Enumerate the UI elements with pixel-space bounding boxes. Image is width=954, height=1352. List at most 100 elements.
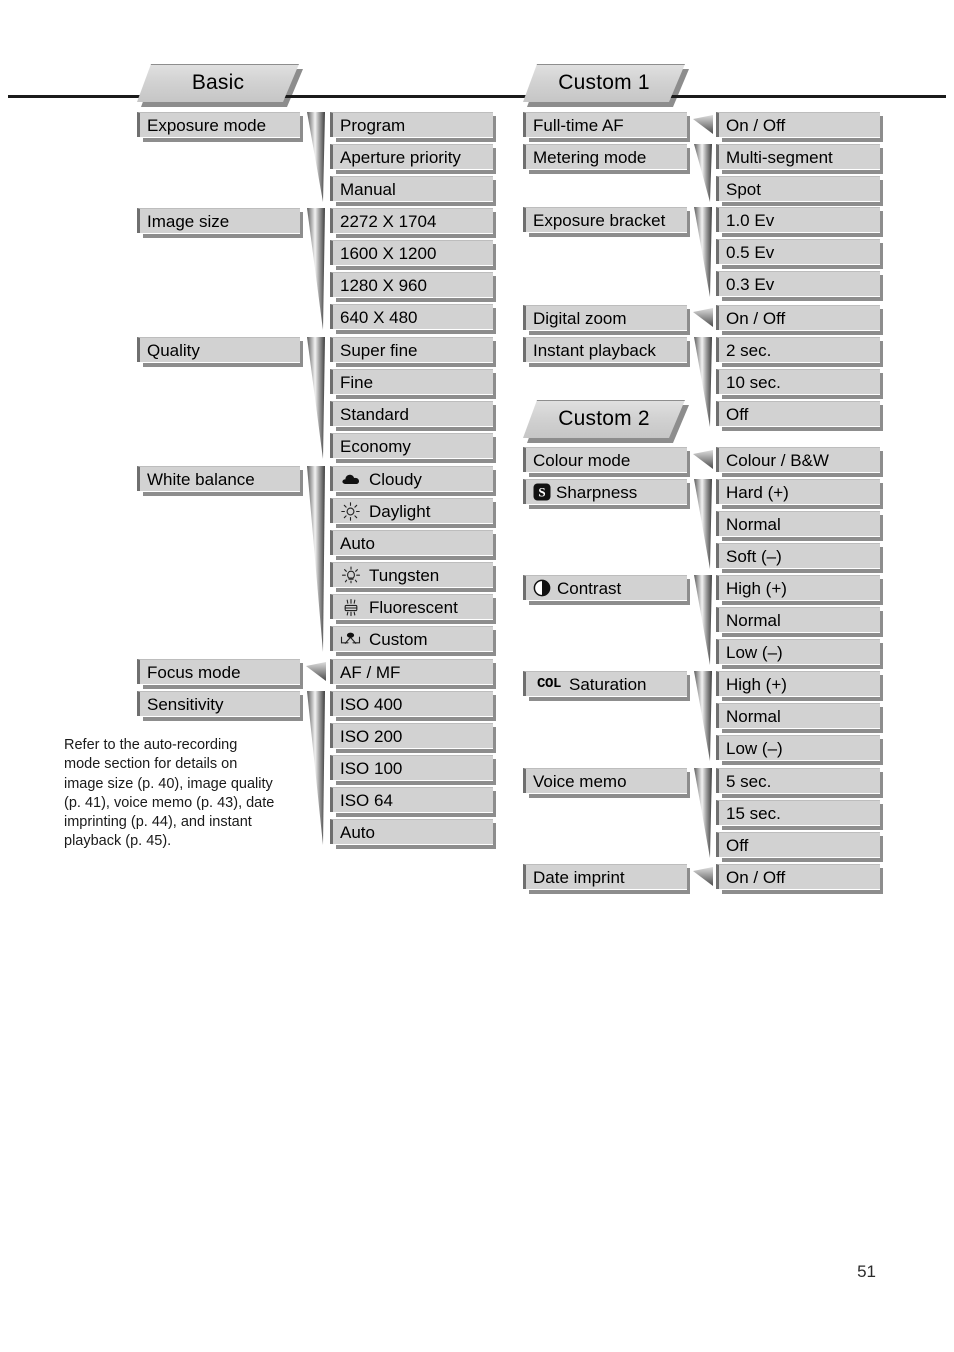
option-iso-400[interactable]: ISO 400 bbox=[330, 691, 496, 721]
box-shadow bbox=[493, 148, 496, 173]
option-full-time-af-onoff[interactable]: On / Off bbox=[716, 112, 883, 142]
box-shadow bbox=[880, 515, 883, 540]
menu-item-saturation[interactable]: COL Saturation bbox=[523, 671, 690, 701]
box-shadow bbox=[493, 116, 496, 141]
option-aperture-priority[interactable]: Aperture priority bbox=[330, 144, 496, 174]
wedge-white-balance bbox=[305, 466, 327, 652]
option-sharpness-hard[interactable]: Hard (+) bbox=[716, 479, 883, 509]
menu-item-date-imprint[interactable]: Date imprint bbox=[523, 864, 690, 894]
box-shadow bbox=[493, 212, 496, 237]
option-10-sec[interactable]: 10 sec. bbox=[716, 369, 883, 399]
wedge-focus-mode bbox=[305, 661, 327, 683]
menu-item-exposure-bracket[interactable]: Exposure bracket bbox=[523, 207, 690, 237]
option-fluorescent[interactable]: Fluorescent bbox=[330, 594, 496, 624]
box-shadow bbox=[300, 470, 303, 495]
option-label: 0.3 Ev bbox=[726, 274, 775, 294]
menu-item-voice-memo[interactable]: Voice memo bbox=[523, 768, 690, 798]
option-super-fine[interactable]: Super fine bbox=[330, 337, 496, 367]
option-saturation-high[interactable]: High (+) bbox=[716, 671, 883, 701]
option-iso-auto[interactable]: Auto bbox=[330, 819, 496, 849]
option-manual[interactable]: Manual bbox=[330, 176, 496, 206]
fluorescent-icon bbox=[340, 598, 361, 617]
tab-basic[interactable]: Basic bbox=[137, 64, 299, 102]
option-iso-200[interactable]: ISO 200 bbox=[330, 723, 496, 753]
option-label: Auto bbox=[340, 533, 375, 553]
tab-custom-2[interactable]: Custom 2 bbox=[523, 400, 685, 438]
menu-item-white-balance[interactable]: White balance bbox=[137, 466, 303, 496]
option-2-sec[interactable]: 2 sec. bbox=[716, 337, 883, 367]
option-sharpness-soft[interactable]: Soft (–) bbox=[716, 543, 883, 573]
option-digital-zoom-onoff[interactable]: On / Off bbox=[716, 305, 883, 335]
tab-custom-1[interactable]: Custom 1 bbox=[523, 64, 685, 102]
menu-item-sharpness[interactable]: S Sharpness bbox=[523, 479, 690, 509]
option-tungsten[interactable]: Tungsten bbox=[330, 562, 496, 592]
box-shadow bbox=[880, 772, 883, 797]
menu-item-contrast[interactable]: Contrast bbox=[523, 575, 690, 605]
box-shadow bbox=[687, 309, 690, 334]
option-label: Standard bbox=[340, 404, 409, 424]
box-shadow bbox=[493, 695, 496, 720]
box-shadow bbox=[493, 373, 496, 398]
menu-item-exposure-mode[interactable]: Exposure mode bbox=[137, 112, 303, 142]
option-voice-memo-off[interactable]: Off bbox=[716, 832, 883, 862]
menu-item-instant-playback[interactable]: Instant playback bbox=[523, 337, 690, 367]
box-shadow bbox=[493, 791, 496, 816]
option-colour-bw[interactable]: Colour / B&W bbox=[716, 447, 883, 477]
option-custom-wb[interactable]: Custom bbox=[330, 626, 496, 656]
option-iso-64[interactable]: ISO 64 bbox=[330, 787, 496, 817]
box-shadow bbox=[493, 244, 496, 269]
menu-item-quality[interactable]: Quality bbox=[137, 337, 303, 367]
menu-item-image-size[interactable]: Image size bbox=[137, 208, 303, 238]
box-shadow bbox=[493, 437, 496, 462]
option-iso-100[interactable]: ISO 100 bbox=[330, 755, 496, 785]
box-shadow bbox=[880, 707, 883, 732]
option-date-imprint-onoff[interactable]: On / Off bbox=[716, 864, 883, 894]
option-2272x1704[interactable]: 2272 X 1704 bbox=[330, 208, 496, 238]
option-1600x1200[interactable]: 1600 X 1200 bbox=[330, 240, 496, 270]
wedge-quality bbox=[305, 337, 327, 459]
menu-item-metering-mode[interactable]: Metering mode bbox=[523, 144, 690, 174]
menu-item-focus-mode[interactable]: Focus mode bbox=[137, 659, 303, 689]
menu-item-sensitivity[interactable]: Sensitivity bbox=[137, 691, 303, 721]
menu-item-colour-mode[interactable]: Colour mode bbox=[523, 447, 690, 477]
box-shadow bbox=[493, 470, 496, 495]
option-label: Normal bbox=[726, 706, 781, 726]
menu-item-digital-zoom[interactable]: Digital zoom bbox=[523, 305, 690, 335]
option-economy[interactable]: Economy bbox=[330, 433, 496, 463]
option-af-mf[interactable]: AF / MF bbox=[330, 659, 496, 689]
option-label: 0.5 Ev bbox=[726, 242, 775, 262]
option-saturation-normal[interactable]: Normal bbox=[716, 703, 883, 733]
option-sharpness-normal[interactable]: Normal bbox=[716, 511, 883, 541]
option-spot[interactable]: Spot bbox=[716, 176, 883, 206]
option-daylight[interactable]: Daylight bbox=[330, 498, 496, 528]
option-contrast-low[interactable]: Low (–) bbox=[716, 639, 883, 669]
option-auto-wb[interactable]: Auto bbox=[330, 530, 496, 560]
option-label: Auto bbox=[340, 822, 375, 842]
option-cloudy[interactable]: Cloudy bbox=[330, 466, 496, 496]
option-1280x960[interactable]: 1280 X 960 bbox=[330, 272, 496, 302]
option-contrast-high[interactable]: High (+) bbox=[716, 575, 883, 605]
box-shadow bbox=[687, 451, 690, 476]
option-multi-segment[interactable]: Multi-segment bbox=[716, 144, 883, 174]
box-shadow bbox=[300, 663, 303, 688]
menu-item-full-time-af[interactable]: Full-time AF bbox=[523, 112, 690, 142]
option-program[interactable]: Program bbox=[330, 112, 496, 142]
option-640x480[interactable]: 640 X 480 bbox=[330, 304, 496, 334]
option-voice-memo-15-sec[interactable]: 15 sec. bbox=[716, 800, 883, 830]
box-shadow bbox=[687, 772, 690, 797]
option-standard[interactable]: Standard bbox=[330, 401, 496, 431]
menu-item-label: Exposure mode bbox=[147, 115, 267, 135]
tab-label: Custom 1 bbox=[558, 71, 650, 94]
box-shadow bbox=[687, 148, 690, 173]
option-saturation-low[interactable]: Low (–) bbox=[716, 735, 883, 765]
option-voice-memo-5-sec[interactable]: 5 sec. bbox=[716, 768, 883, 798]
option-1-0-ev[interactable]: 1.0 Ev bbox=[716, 207, 883, 237]
option-label: Program bbox=[340, 115, 406, 135]
option-label: 1600 X 1200 bbox=[340, 243, 437, 263]
box-shadow bbox=[880, 405, 883, 430]
option-0-3-ev[interactable]: 0.3 Ev bbox=[716, 271, 883, 301]
option-instant-playback-off[interactable]: Off bbox=[716, 401, 883, 431]
option-fine[interactable]: Fine bbox=[330, 369, 496, 399]
option-contrast-normal[interactable]: Normal bbox=[716, 607, 883, 637]
option-0-5-ev[interactable]: 0.5 Ev bbox=[716, 239, 883, 269]
